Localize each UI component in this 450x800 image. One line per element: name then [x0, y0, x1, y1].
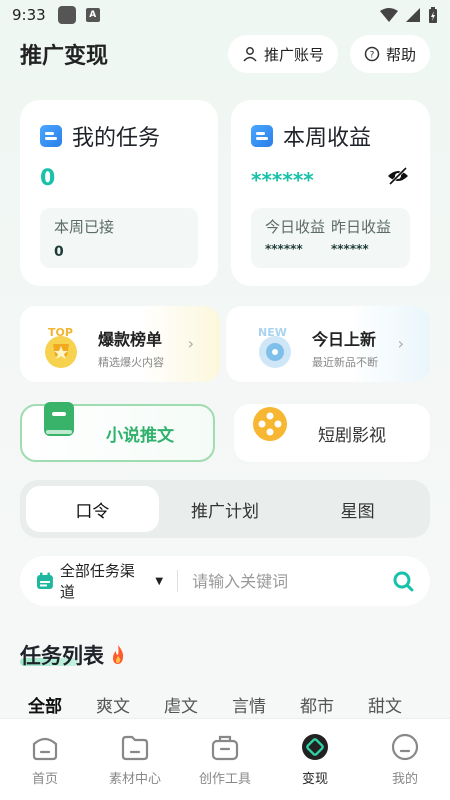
tab-star-map[interactable]: 星图 [291, 486, 424, 532]
status-bar: 9:33 A [0, 0, 450, 30]
my-tasks-title-row: 我的任务 [40, 120, 160, 152]
yesterday-earnings-label: 昨日收益 [331, 218, 392, 236]
week-accepted-value: 0 [54, 244, 64, 260]
task-list-title-text: 任务列表 [20, 644, 104, 668]
channel-filter-label: 全部任务渠道 [59, 562, 135, 601]
nav-creation-tools-label: 创作工具 [198, 772, 251, 787]
app-a-icon: A [85, 8, 100, 22]
week-accepted-label: 本周已接 [54, 218, 115, 236]
short-drama-label: 短剧影视 [318, 425, 386, 446]
hot-list-subtitle: 精选爆火内容 [98, 356, 164, 369]
nav-monetize[interactable]: 变现 [270, 719, 360, 800]
week-accepted-box: 本周已接 0 [40, 208, 198, 268]
task-category-tab[interactable]: 虐文 [164, 692, 198, 717]
novel-promo-tab[interactable]: 小说推文 [20, 402, 215, 462]
task-category-tabs: 全部 爽文 虐文 言情 都市 甜文 [28, 692, 402, 717]
top-badge: TOP [48, 326, 73, 339]
monetize-icon [302, 734, 328, 760]
document-icon [251, 125, 273, 147]
page-title: 推广变现 [20, 44, 109, 69]
nav-materials[interactable]: 素材中心 [90, 719, 180, 800]
search-divider [177, 570, 179, 592]
tab-promo-plan[interactable]: 推广计划 [159, 486, 292, 532]
weekly-earnings-card[interactable]: 本周收益 ****** 今日收益 ****** 昨日收益 ****** [231, 100, 430, 286]
nav-home-label: 首页 [31, 772, 58, 787]
home-icon [32, 737, 58, 761]
header-actions: 推广账号 ? 帮助 [227, 35, 430, 73]
new-today-card[interactable]: NEW 今日上新 最近新品不断 › [226, 306, 430, 382]
hot-list-card[interactable]: TOP 爆款榜单 精选爆火内容 › [20, 306, 220, 382]
nav-home[interactable]: 首页 [0, 719, 90, 800]
task-category-tab[interactable]: 言情 [232, 692, 266, 717]
chevron-right-icon: › [397, 334, 404, 353]
nav-materials-label: 素材中心 [108, 772, 161, 787]
task-category-tab[interactable]: 甜文 [368, 692, 402, 717]
chevron-right-icon: › [187, 334, 194, 353]
eye-off-icon[interactable] [386, 166, 410, 186]
help-icon: ? [364, 46, 380, 62]
battery-icon [429, 7, 437, 23]
earnings-masked-value: ****** [251, 168, 314, 192]
task-category-all[interactable]: 全部 [28, 692, 62, 717]
fire-icon [113, 645, 124, 664]
notification-icon [57, 6, 76, 24]
status-icons [380, 7, 438, 23]
search-input[interactable] [192, 571, 393, 591]
novel-promo-label: 小说推文 [106, 425, 174, 446]
nav-me[interactable]: 我的 [360, 719, 450, 800]
header: 推广变现 推广账号 ? 帮助 [0, 30, 450, 78]
search-icon[interactable] [392, 570, 414, 592]
yesterday-earnings-value: ****** [331, 242, 369, 256]
new-today-text: 今日上新 最近新品不断 [312, 326, 378, 370]
search-bar: 全部任务渠道 ▼ [20, 556, 430, 606]
hot-list-text: 爆款榜单 精选爆火内容 [98, 326, 164, 370]
my-tasks-count: 0 [40, 166, 56, 191]
hot-list-title: 爆款榜单 [98, 330, 163, 349]
promo-account-label: 推广账号 [263, 45, 324, 64]
promo-type-segment: 口令 推广计划 星图 [20, 480, 430, 538]
document-icon [40, 125, 62, 147]
channel-filter-dropdown[interactable]: 全部任务渠道 ▼ [36, 560, 163, 602]
book-icon [44, 402, 74, 436]
nav-monetize-label: 变现 [301, 772, 328, 787]
svg-text:?: ? [370, 51, 375, 61]
my-tasks-title: 我的任务 [72, 126, 161, 151]
earnings-title-row: 本周收益 [251, 120, 371, 152]
caret-down-icon: ▼ [155, 575, 164, 587]
task-category-tab[interactable]: 爽文 [96, 692, 130, 717]
help-label: 帮助 [385, 45, 416, 64]
film-reel-icon [253, 407, 287, 441]
help-button[interactable]: ? 帮助 [349, 35, 430, 73]
new-badge: NEW [258, 326, 287, 339]
earnings-detail-box: 今日收益 ****** 昨日收益 ****** [251, 208, 410, 268]
tab-password[interactable]: 口令 [26, 486, 159, 532]
toolbox-icon [211, 735, 239, 761]
status-time: 9:33 [12, 6, 46, 24]
calendar-icon [36, 572, 53, 589]
today-earnings-value: ****** [265, 242, 303, 256]
nav-creation-tools[interactable]: 创作工具 [180, 719, 270, 800]
bottom-nav: 首页 素材中心 创作工具 变现 我的 [0, 718, 450, 800]
my-tasks-card[interactable]: 我的任务 0 本周已接 0 [20, 100, 218, 286]
folder-icon [121, 735, 149, 761]
user-icon [243, 47, 257, 62]
today-earnings-label: 今日收益 [265, 218, 326, 236]
nav-me-label: 我的 [391, 772, 418, 787]
earnings-title: 本周收益 [283, 126, 372, 151]
short-drama-tab[interactable]: 短剧影视 [234, 404, 430, 462]
wifi-icon [380, 8, 398, 22]
new-today-subtitle: 最近新品不断 [312, 356, 378, 369]
new-today-title: 今日上新 [312, 330, 377, 349]
promo-account-button[interactable]: 推广账号 [227, 35, 338, 73]
signal-icon [406, 8, 420, 22]
task-category-tab[interactable]: 都市 [300, 692, 334, 717]
profile-icon [391, 733, 419, 761]
task-list-title: 任务列表 [20, 640, 126, 670]
